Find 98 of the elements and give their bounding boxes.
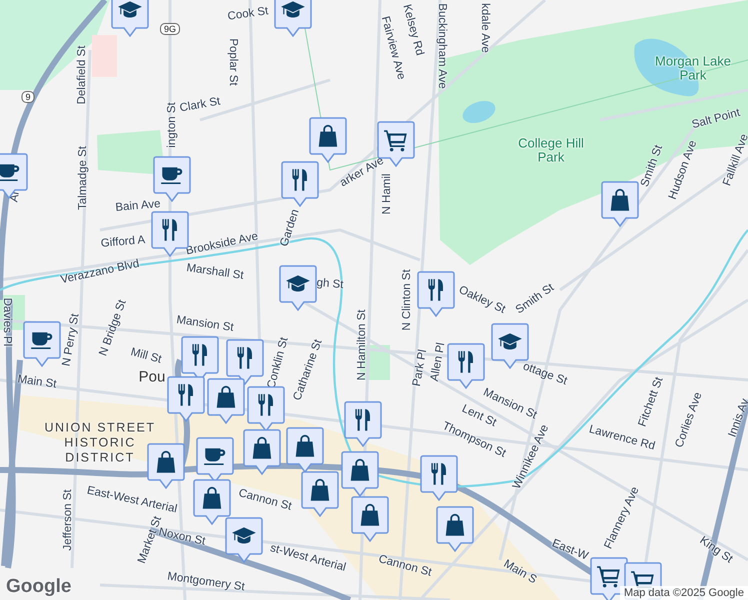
street-label: Bain Ave [114, 198, 162, 214]
shopping-bag-icon [202, 486, 222, 509]
street-label: ington St [166, 102, 178, 148]
campus-area [92, 35, 117, 77]
shop-marker[interactable] [601, 181, 639, 227]
place-label: Pou [138, 368, 166, 386]
shopping-bag-icon [610, 188, 630, 211]
street-label: Salt Point [690, 106, 742, 132]
cafe-marker[interactable] [23, 321, 61, 367]
shopping-bag-icon [216, 386, 236, 408]
street-label: Clark St [178, 96, 222, 114]
graduation-cap-icon [281, 1, 305, 18]
fork-knife-icon [178, 384, 193, 406]
street-label: kdale Ave [479, 3, 491, 53]
shopping-bag-icon [296, 434, 314, 457]
fork-knife-icon [431, 463, 446, 485]
cafe-marker[interactable] [153, 156, 191, 202]
street-label: Davies Pl [1, 298, 13, 346]
restaurant-marker[interactable] [344, 401, 382, 447]
street-label: Talmadge St [77, 146, 89, 210]
street-label: Cannon St [237, 487, 293, 513]
coffee-cup-icon [161, 167, 182, 184]
coffee-cup-icon [31, 332, 52, 350]
shopping-cart-icon [597, 566, 620, 588]
street-label: Noxon St [158, 526, 206, 548]
street-label: N Hamil [381, 174, 393, 214]
restaurant-marker[interactable] [226, 339, 264, 385]
street-label: East-West Arterial [86, 484, 178, 516]
shopping-bag-icon [350, 458, 370, 481]
shopping-bag-icon [310, 478, 330, 501]
restaurant-marker[interactable] [447, 343, 485, 389]
shopping-bag-icon [252, 436, 272, 459]
fork-knife-icon [292, 169, 307, 191]
street-label: N Clinton St [401, 269, 413, 331]
street-label: Fallkill Ave [721, 132, 748, 188]
fork-knife-icon [355, 409, 370, 431]
street-label: Verazzano Blvd [60, 258, 140, 286]
street-label: st-West Arterial [268, 542, 348, 574]
shopping-bag-icon [156, 450, 176, 473]
street-label: Gifford A [100, 234, 146, 250]
school-marker[interactable] [279, 265, 317, 311]
shopping-bag-icon [318, 124, 338, 147]
pond [462, 100, 496, 124]
street-label: Buckingham Ave [436, 3, 448, 89]
street-label: N Perry St [60, 312, 82, 368]
school-marker[interactable] [274, 0, 312, 37]
school-marker[interactable] [111, 0, 149, 37]
shop-marker[interactable] [193, 479, 231, 525]
route-shield: 9 [22, 91, 34, 103]
park-label: Morgan Lake Park [654, 54, 732, 82]
coffee-cup-icon [204, 448, 226, 466]
fork-knife-icon [237, 347, 252, 369]
shopping-bag-icon [446, 514, 464, 536]
fork-knife-icon [192, 344, 207, 366]
street-label: Brookside Ave [184, 230, 260, 258]
graduation-cap-icon [232, 527, 256, 544]
street-label: N Bridge St [97, 298, 129, 358]
graduation-cap-icon [118, 1, 142, 18]
street-label: Allen Pl [428, 342, 448, 382]
school-marker[interactable] [225, 517, 263, 563]
shop-marker[interactable] [309, 117, 347, 163]
street-label: Poplar St [227, 38, 239, 86]
street-label: gh St [316, 276, 344, 292]
fork-knife-icon [458, 351, 473, 373]
street-label: ottage St [521, 360, 569, 388]
park-label: College Hill Park [517, 136, 585, 164]
route-shield: 9G [160, 23, 180, 35]
district-label: UNION STREET HISTORIC DISTRICT [43, 420, 157, 466]
graduation-cap-icon [286, 275, 310, 292]
street-label: Mill St [129, 346, 163, 366]
coffee-cup-icon [0, 164, 20, 182]
fork-knife-icon [428, 279, 443, 301]
shop-marker[interactable] [147, 443, 185, 489]
street-label: Main St [16, 373, 58, 391]
graduation-cap-icon [498, 333, 522, 350]
shopping-bag-icon [360, 504, 380, 526]
street-label: Cook St [226, 5, 270, 23]
shopping-cart-icon [384, 130, 407, 152]
street-label: Delafield St [76, 46, 88, 104]
street-label: Smith St [638, 144, 666, 188]
fork-knife-icon [258, 394, 273, 416]
map-logo: Google [6, 576, 72, 598]
street-label: Corlies Ave [673, 390, 705, 450]
street-label: Mansion St [176, 314, 234, 334]
park-area [97, 130, 165, 175]
street-label: Jefferson St [62, 489, 74, 551]
fork-knife-icon [162, 219, 177, 241]
map-attribution: Map data ©2025 Google [620, 586, 748, 600]
street-label: Montgomery St [166, 570, 246, 594]
street-label: Park Pl [410, 348, 430, 388]
restaurant-marker[interactable] [417, 271, 455, 317]
street-label: N Hamilton St [356, 310, 368, 380]
restaurant-marker[interactable] [281, 161, 319, 207]
street-label: Cannon St [377, 553, 433, 579]
shop-marker[interactable] [301, 471, 339, 517]
street-label: Garden [278, 208, 302, 248]
street-label: Marshall St [186, 262, 244, 282]
street-label: Main S [502, 558, 538, 586]
